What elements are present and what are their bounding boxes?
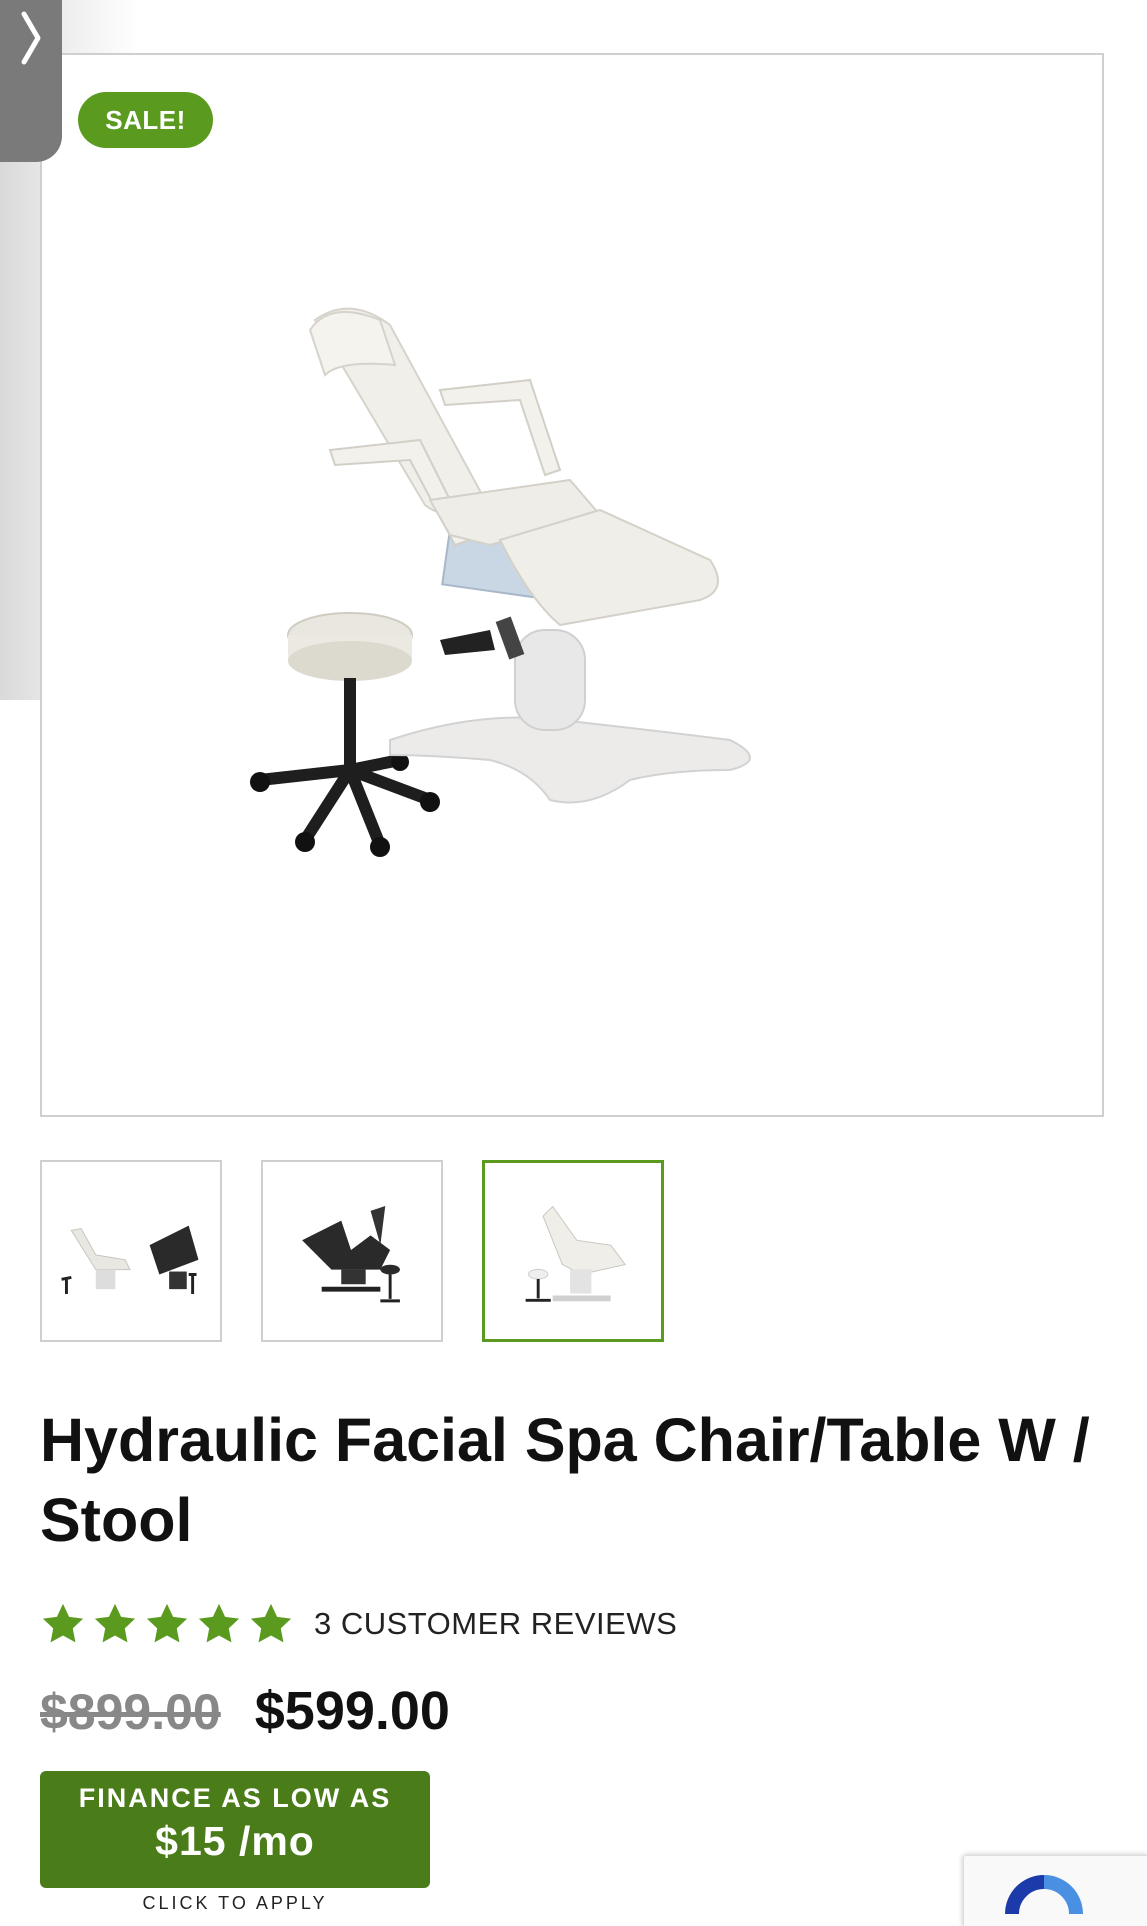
star-icon (146, 1603, 188, 1643)
sale-badge: SALE! (78, 92, 213, 148)
old-price: $899.00 (40, 1684, 221, 1740)
white-chair-thumbnail (525, 1205, 627, 1302)
click-to-apply-link[interactable]: CLICK TO APPLY (40, 1893, 430, 1914)
sale-price: $599.00 (254, 1681, 450, 1741)
thumbnail-3[interactable] (482, 1160, 664, 1342)
star-icon (42, 1603, 84, 1643)
chevron-right-icon (21, 11, 41, 65)
finance-button[interactable]: FINANCE AS LOW AS $15 /mo (40, 1771, 430, 1888)
customer-reviews-link[interactable]: 3 CUSTOMER REVIEWS (314, 1606, 677, 1642)
finance-label: FINANCE AS LOW AS (78, 1783, 392, 1813)
recaptcha-icon (1005, 1875, 1083, 1915)
finance-amount: $15 /mo (155, 1818, 315, 1864)
rating-row: 3 CUSTOMER REVIEWS (40, 1600, 677, 1648)
spa-chair-with-stool-image[interactable] (230, 300, 910, 860)
product-title: Hydraulic Facial Spa Chair/Table W / Sto… (40, 1406, 1090, 1554)
recaptcha-badge[interactable] (963, 1855, 1147, 1926)
thumbnail-2[interactable] (261, 1160, 443, 1342)
star-icon (94, 1603, 136, 1643)
thumbnail-1[interactable] (40, 1160, 222, 1342)
black-chair-thumbnail (302, 1206, 400, 1303)
white-and-black-chairs-thumbnail (61, 1225, 199, 1295)
star-icon (250, 1603, 292, 1643)
drawer-toggle-tab[interactable] (0, 0, 62, 162)
price-row: $899.00 $599.00 (40, 1680, 450, 1742)
star-icon (198, 1603, 240, 1643)
